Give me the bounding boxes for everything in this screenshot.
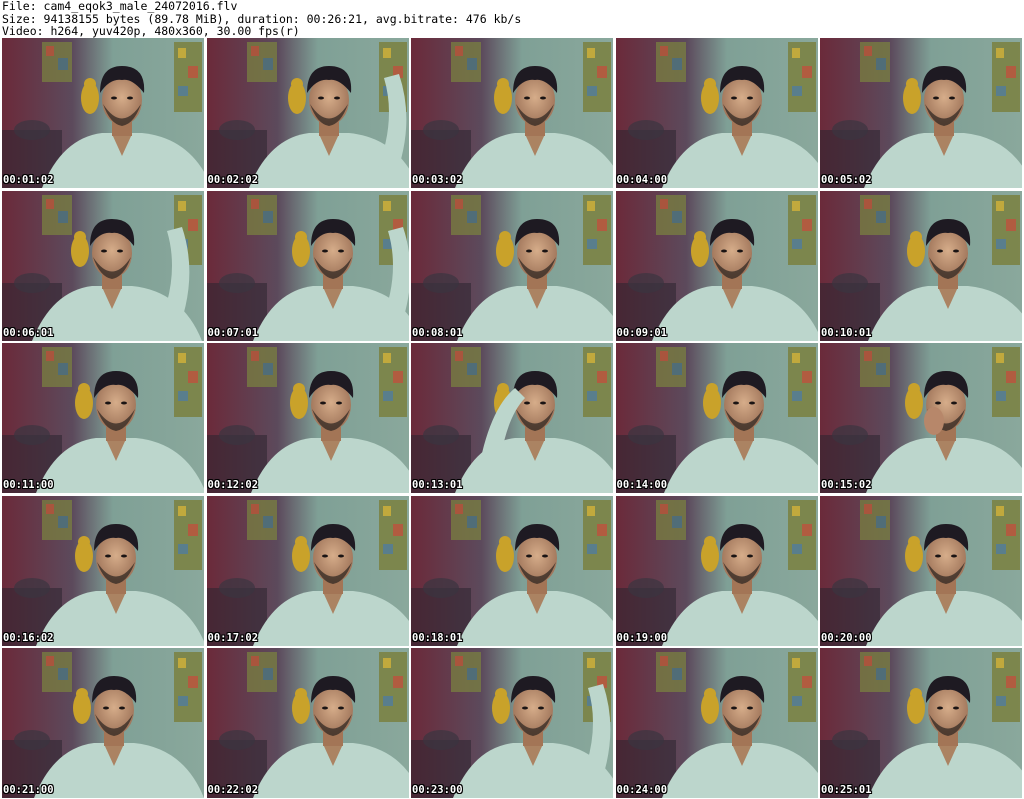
webcam-frame-image <box>206 495 409 646</box>
timestamp-label: 00:02:02 <box>207 174 259 186</box>
timestamp-label: 00:08:01 <box>412 326 463 339</box>
webcam-frame-image <box>615 190 818 341</box>
webcam-frame-image <box>615 495 818 646</box>
thumbnail-frame: 00:20:00 <box>820 495 1022 646</box>
timestamp-label: 00:15:02 <box>821 479 872 491</box>
timestamp-label: 00:23:00 <box>412 784 463 796</box>
timestamp-label: 00:18:01 <box>412 631 463 644</box>
thumbnail-frame: 00:24:00 <box>615 648 818 798</box>
thumbnail-frame: 00:17:02 <box>206 495 409 646</box>
thumbnail-frame: 00:02:02 <box>206 38 409 188</box>
timestamp-label: 00:17:02 <box>207 631 259 644</box>
timestamp-label: 00:10:01 <box>821 326 872 339</box>
webcam-frame-image <box>2 38 204 188</box>
webcam-frame-image <box>820 648 1022 798</box>
timestamp-label: 00:07:01 <box>207 326 259 339</box>
webcam-frame-image <box>2 343 204 493</box>
thumbnail-frame: 00:25:01 <box>820 648 1022 798</box>
thumbnail-frame: 00:18:01 <box>411 495 613 646</box>
thumbnail-frame: 00:10:01 <box>820 190 1022 341</box>
thumbnail-frame: 00:23:00 <box>411 648 613 798</box>
webcam-frame-image <box>2 648 204 798</box>
webcam-frame-image <box>206 38 409 188</box>
thumbnail-frame: 00:06:01 <box>2 190 204 341</box>
webcam-frame-image <box>206 190 409 341</box>
webcam-frame-image <box>411 495 613 646</box>
webcam-frame-image <box>820 343 1022 493</box>
timestamp-label: 00:22:02 <box>207 784 259 796</box>
thumbnail-frame: 00:21:00 <box>2 648 204 798</box>
file-name-line: File: cam4_eqok3_male_24072016.flv <box>2 0 238 13</box>
thumbnail-frame: 00:19:00 <box>615 495 818 646</box>
webcam-frame-image <box>2 190 204 341</box>
thumbnail-frame: 00:08:01 <box>411 190 613 341</box>
thumbnail-frame: 00:15:02 <box>820 343 1022 493</box>
timestamp-label: 00:21:00 <box>3 784 54 796</box>
webcam-frame-image <box>615 648 818 798</box>
webcam-frame-image <box>411 648 613 798</box>
timestamp-label: 00:25:01 <box>821 784 872 796</box>
timestamp-label: 00:24:00 <box>616 784 668 796</box>
timestamp-label: 00:14:00 <box>616 479 668 491</box>
thumbnail-frame: 00:13:01 <box>411 343 613 493</box>
timestamp-label: 00:11:00 <box>3 479 54 491</box>
thumbnail-grid: 00:01:02 00:02:02 00:03:02 00:04:00 00:0… <box>2 38 1022 798</box>
thumbnail-frame: 00:03:02 <box>411 38 613 188</box>
thumbnail-frame: 00:16:02 <box>2 495 204 646</box>
timestamp-label: 00:03:02 <box>412 174 463 186</box>
timestamp-label: 00:06:01 <box>3 326 54 339</box>
webcam-frame-image <box>615 38 818 188</box>
thumbnail-frame: 00:09:01 <box>615 190 818 341</box>
timestamp-label: 00:09:01 <box>616 326 668 339</box>
video-info-line: Video: h264, yuv420p, 480x360, 30.00 fps… <box>2 24 300 38</box>
webcam-frame-image <box>206 648 409 798</box>
webcam-frame-image <box>820 38 1022 188</box>
thumbnail-frame: 00:01:02 <box>2 38 204 188</box>
webcam-frame-image <box>206 343 409 493</box>
thumbnail-frame: 00:12:02 <box>206 343 409 493</box>
timestamp-label: 00:12:02 <box>207 479 259 491</box>
thumbnail-frame: 00:07:01 <box>206 190 409 341</box>
webcam-frame-image <box>820 495 1022 646</box>
webcam-frame-image <box>2 495 204 646</box>
timestamp-label: 00:13:01 <box>412 479 463 491</box>
timestamp-label: 00:04:00 <box>616 174 668 186</box>
timestamp-label: 00:05:02 <box>821 174 872 186</box>
thumbnail-frame: 00:14:00 <box>615 343 818 493</box>
thumbnail-frame: 00:04:00 <box>615 38 818 188</box>
thumbnail-frame: 00:05:02 <box>820 38 1022 188</box>
timestamp-label: 00:01:02 <box>3 174 54 186</box>
contact-sheet: File: cam4_eqok3_male_24072016.flv Size:… <box>0 0 1024 799</box>
webcam-frame-image <box>615 343 818 493</box>
file-info-header: File: cam4_eqok3_male_24072016.flv Size:… <box>2 0 1022 38</box>
thumbnail-frame: 00:11:00 <box>2 343 204 493</box>
webcam-frame-image <box>411 190 613 341</box>
thumbnail-frame: 00:22:02 <box>206 648 409 798</box>
webcam-frame-image <box>820 190 1022 341</box>
webcam-frame-image <box>411 343 613 493</box>
timestamp-label: 00:20:00 <box>821 631 872 644</box>
timestamp-label: 00:19:00 <box>616 631 668 644</box>
webcam-frame-image <box>411 38 613 188</box>
timestamp-label: 00:16:02 <box>3 631 54 644</box>
